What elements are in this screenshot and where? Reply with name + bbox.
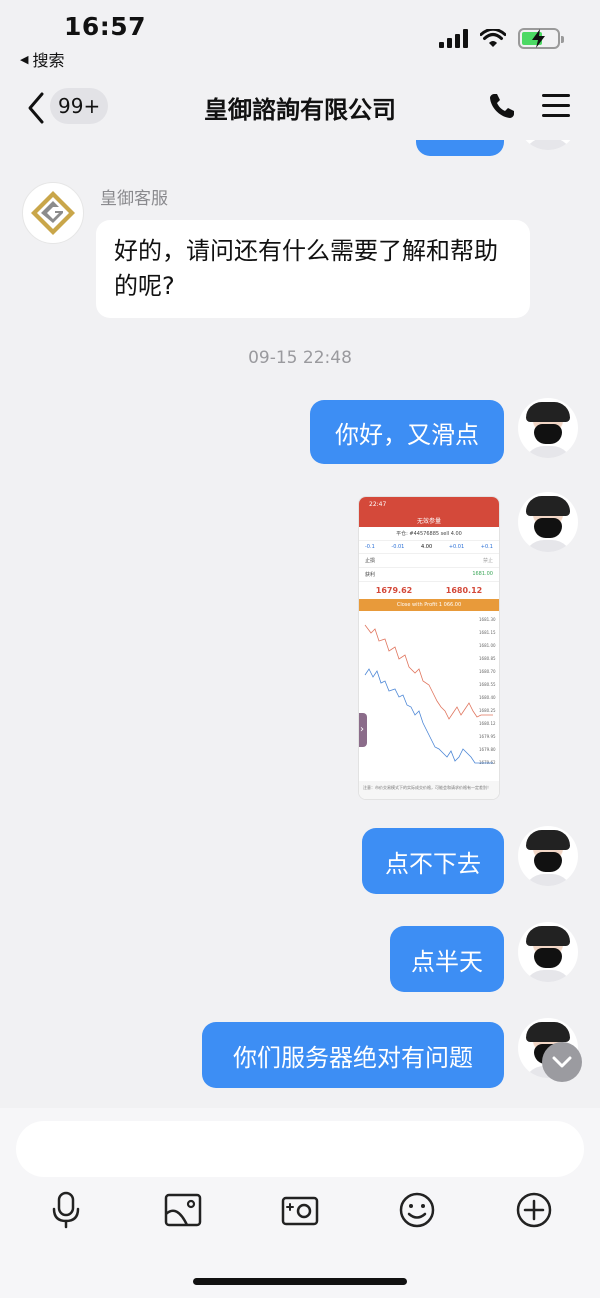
phone-call-icon[interactable] xyxy=(488,92,516,120)
expand-handle-icon: › xyxy=(359,713,367,747)
price-tick-label: 1679.95 xyxy=(479,734,496,739)
price-tick-label: 1681.30 xyxy=(479,617,496,622)
user-avatar[interactable] xyxy=(518,922,578,982)
outgoing-message-text: 点不下去 xyxy=(385,849,481,878)
chat-message-list[interactable]: 皇御客服 好的，请问还有什么需要了解和帮助的呢? 09-15 22:48 你好，… xyxy=(0,140,600,1108)
camera-icon[interactable] xyxy=(280,1190,320,1230)
back-to-app-link[interactable]: ◀ 搜索 xyxy=(20,47,64,71)
image-gallery-icon[interactable] xyxy=(163,1190,203,1230)
price-tick-label: 1679.62 xyxy=(479,760,496,765)
sender-name: 皇御客服 xyxy=(100,189,168,209)
bid-price: 1679.62 xyxy=(375,586,413,595)
outgoing-message-bubble[interactable]: 点不下去 xyxy=(362,828,504,894)
microphone-icon[interactable] xyxy=(46,1190,86,1230)
outgoing-message-bubble[interactable]: 点半天 xyxy=(390,926,504,992)
step-value: -0.01 xyxy=(391,544,405,550)
stop-loss-value: 禁止 xyxy=(482,558,493,564)
screenshot-order-line: 平仓: #44576885 sell 4.00 xyxy=(359,527,499,541)
price-tick-label: 1680.85 xyxy=(479,656,496,661)
outgoing-message-text: 你们服务器绝对有问题 xyxy=(233,1043,473,1072)
screenshot-stop-loss-row: 止损 禁止 xyxy=(359,554,499,568)
price-tick-label: 1680.40 xyxy=(479,695,496,700)
incoming-message-text: 好的，请问还有什么需要了解和帮助的呢? xyxy=(114,237,498,300)
outgoing-message-bubble[interactable]: 你好，又滑点 xyxy=(310,400,504,464)
message-input[interactable] xyxy=(16,1121,584,1177)
screenshot-close-button: Close with Profit 1 066.00 xyxy=(359,599,499,611)
previous-message-bubble[interactable] xyxy=(416,140,504,156)
outgoing-message-text: 点半天 xyxy=(411,947,483,976)
back-app-label: 搜索 xyxy=(32,51,65,70)
company-logo-icon xyxy=(31,191,75,235)
price-tick-label: 1680.55 xyxy=(479,682,496,687)
step-value: +0.01 xyxy=(448,544,465,550)
message-timestamp: 09-15 22:48 xyxy=(248,348,352,368)
step-value: +0.1 xyxy=(480,544,493,550)
wifi-icon xyxy=(480,28,506,47)
price-tick-label: 1680.70 xyxy=(479,669,496,674)
screenshot-header: 22:47 无效参量 xyxy=(359,497,499,527)
take-profit-value: 1681.00 xyxy=(472,571,493,577)
stop-loss-label: 止损 xyxy=(365,558,376,564)
step-value: -0.1 xyxy=(365,544,375,550)
price-tick-label: 1681.00 xyxy=(479,643,496,648)
back-triangle-icon: ◀ xyxy=(20,52,29,66)
price-tick-label: 1680.25 xyxy=(479,708,496,713)
screenshot-footer: 注意：市价交易模式下的实际成交价格，可能会和请求价格有一定差别！ xyxy=(359,781,499,799)
company-avatar[interactable] xyxy=(22,182,84,244)
emoji-icon[interactable] xyxy=(397,1190,437,1230)
outgoing-message-bubble[interactable]: 你们服务器绝对有问题 xyxy=(202,1022,504,1088)
screenshot-prices: 1679.62 1680.12 xyxy=(359,582,499,599)
status-bar: 16:57 ◀ 搜索 xyxy=(0,0,600,78)
screenshot-take-profit-row: 获利 1681.00 xyxy=(359,568,499,582)
price-tick-label: 1679.80 xyxy=(479,747,496,752)
ask-price: 1680.12 xyxy=(445,586,483,595)
image-message-screenshot[interactable]: 22:47 无效参量 平仓: #44576885 sell 4.00 -0.1 … xyxy=(358,496,500,800)
scroll-to-bottom-button[interactable] xyxy=(542,1042,582,1082)
status-time: 16:57 xyxy=(64,12,147,41)
step-value: 4.00 xyxy=(421,544,433,550)
take-profit-label: 获利 xyxy=(365,572,376,578)
user-avatar[interactable] xyxy=(518,826,578,886)
chevron-down-icon xyxy=(552,1056,572,1068)
order-line-text: 平仓: #44576885 sell 4.00 xyxy=(396,531,462,537)
status-icons xyxy=(439,28,564,49)
cellular-signal-icon xyxy=(439,29,468,48)
screenshot-title: 无效参量 xyxy=(416,518,441,525)
incoming-message-bubble[interactable]: 好的，请问还有什么需要了解和帮助的呢? xyxy=(96,220,530,318)
chat-header: 99+ 皇御諮詢有限公司 xyxy=(0,78,600,140)
add-more-icon[interactable] xyxy=(514,1190,554,1230)
home-indicator xyxy=(193,1278,407,1285)
price-tick-label: 1681.15 xyxy=(479,630,496,635)
screenshot-price-chart: 1681.30 1681.15 1681.00 1680.85 1680.70 1680.… xyxy=(364,617,496,765)
menu-icon[interactable] xyxy=(542,94,570,118)
screenshot-time: 22:47 xyxy=(369,501,387,508)
user-avatar[interactable] xyxy=(518,140,578,150)
battery-icon xyxy=(518,28,564,49)
user-avatar[interactable] xyxy=(518,492,578,552)
message-composer xyxy=(0,1108,600,1298)
outgoing-message-text: 你好，又滑点 xyxy=(335,420,479,449)
price-tick-label: 1680.12 xyxy=(479,721,496,726)
screenshot-volume-steps: -0.1 -0.01 4.00 +0.01 +0.1 xyxy=(359,541,499,554)
user-avatar[interactable] xyxy=(518,398,578,458)
